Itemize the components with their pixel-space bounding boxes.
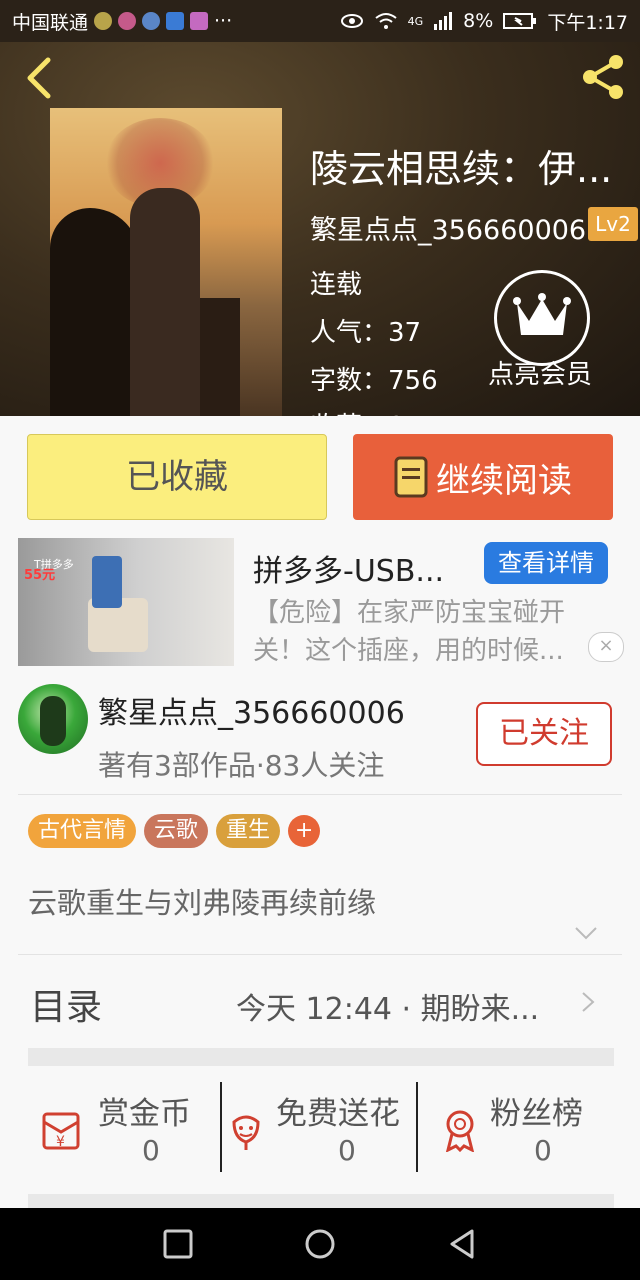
paw-notification-icon: [142, 12, 161, 30]
battery-icon: [503, 13, 537, 29]
collected-button[interactable]: 已收藏: [27, 434, 327, 520]
tag-list: 古代言情 云歌 重生 +: [28, 814, 321, 848]
book-cover[interactable]: [50, 108, 282, 416]
fan-ranking-label: 粉丝榜: [490, 1096, 583, 1132]
book-summary: 云歌重生与刘弗陵再续前缘: [28, 886, 377, 920]
ad-phone-shape: [92, 556, 122, 608]
favorite-count: 收藏：0: [310, 406, 405, 416]
author-name[interactable]: 繁星点点_356660006: [98, 688, 405, 732]
status-bar: 中国联通 ··· 4G 8% 下午1:17: [0, 0, 640, 42]
ad-image[interactable]: T拼多多 55元: [18, 538, 234, 666]
chevron-down-icon[interactable]: [572, 920, 600, 944]
tag-item[interactable]: 古代言情: [28, 814, 137, 848]
battery-percent: 8%: [463, 10, 494, 32]
ad-close-button[interactable]: ×: [588, 632, 624, 662]
free-flower-button[interactable]: 免费送花 0: [224, 1082, 416, 1178]
tag-item[interactable]: 云歌: [144, 814, 209, 848]
latest-chapter: 今天 12:44 · 期盼来...: [236, 992, 540, 1027]
share-icon[interactable]: [578, 52, 628, 102]
add-tag-button[interactable]: +: [288, 815, 321, 847]
network-type-label: 4G: [407, 14, 424, 28]
flower-icon: [232, 1115, 260, 1150]
crown-icon: [513, 293, 571, 335]
fan-ranking-button[interactable]: 粉丝榜 0: [420, 1082, 614, 1178]
wifi-icon: [375, 13, 397, 29]
fan-ranking-count: 0: [534, 1134, 552, 1167]
table-of-contents-row[interactable]: 目录 今天 12:44 · 期盼来...: [0, 956, 640, 1050]
carrier-label: 中国联通: [12, 11, 89, 34]
avatar[interactable]: [18, 684, 88, 754]
divider: [18, 954, 622, 955]
more-notifications-icon: ···: [214, 10, 233, 32]
separator: [416, 1082, 418, 1172]
continue-reading-label: 继续阅读: [436, 460, 572, 501]
clock: 下午1:17: [547, 11, 628, 34]
book-header: 陵云相思续：伊... 繁星点点_356660006 Lv2 连载 人气：37 字…: [0, 42, 640, 416]
reward-coin-count: 0: [142, 1134, 160, 1167]
medal-icon: [445, 1110, 475, 1152]
ad-image-price: 55元: [24, 568, 56, 583]
author-row[interactable]: 繁星点点_356660006 著有3部作品·83人关注 已关注: [0, 678, 640, 796]
follow-button[interactable]: 已关注: [476, 702, 612, 766]
app-notification-icon: [94, 12, 113, 30]
free-flower-label: 免费送花: [276, 1096, 400, 1132]
ad-title[interactable]: 拼多多-USB...: [253, 546, 468, 590]
section-gap: [28, 1194, 614, 1208]
divider: [18, 794, 622, 795]
cover-pagoda: [200, 298, 240, 416]
author-stats: 著有3部作品·83人关注: [98, 749, 385, 782]
separator: [220, 1082, 222, 1172]
toc-title: 目录: [30, 987, 103, 1028]
ad-description[interactable]: 【危险】在家严防宝宝碰开关！这个插座，用的时候...: [253, 594, 613, 670]
cover-figure-woman: [130, 188, 200, 416]
ad-details-button[interactable]: 查看详情: [484, 542, 608, 584]
eye-comfort-icon: [340, 14, 363, 28]
book-detail-card: 已收藏 继续阅读 T拼多多 55元 拼多多-USB... 查看详情 【危险】在家…: [0, 416, 640, 1208]
video-notification-icon: [118, 12, 137, 30]
ad-banner[interactable]: T拼多多 55元 拼多多-USB... 查看详情 【危险】在家严防宝宝碰开关！这…: [18, 538, 624, 670]
home-icon[interactable]: [302, 1226, 338, 1262]
photo-notification-icon: [190, 12, 209, 30]
reward-coin-label: 赏金币: [98, 1096, 191, 1132]
recent-apps-icon[interactable]: [160, 1226, 196, 1262]
popularity-count: 人气：37: [310, 318, 422, 348]
chevron-right-icon: [582, 992, 595, 1012]
red-envelope-icon: ¥: [42, 1112, 80, 1150]
vip-button[interactable]: [494, 270, 590, 366]
section-gap: [28, 1048, 614, 1066]
signal-icon: [434, 12, 453, 30]
author-level-badge: Lv2: [588, 207, 638, 241]
reward-coin-button[interactable]: ¥ 赏金币 0: [28, 1082, 222, 1178]
cover-figure-man: [50, 208, 140, 416]
avatar-figure: [40, 696, 66, 746]
reward-bar: ¥ 赏金币 0 免费送花 0 粉丝榜 0: [28, 1082, 614, 1182]
nfc-notification-icon: [166, 12, 185, 30]
free-flower-count: 0: [338, 1134, 356, 1167]
continue-reading-button[interactable]: 继续阅读: [353, 434, 613, 520]
back-nav-icon[interactable]: [444, 1226, 480, 1262]
svg-text:¥: ¥: [56, 1134, 65, 1150]
navigation-bar: [0, 1208, 640, 1280]
book-author[interactable]: 繁星点点_356660006: [310, 208, 586, 247]
tag-item[interactable]: 重生: [216, 814, 281, 848]
word-count: 字数：756: [310, 366, 438, 396]
back-icon[interactable]: [18, 56, 58, 100]
serial-status: 连载: [310, 270, 363, 300]
book-title: 陵云相思续：伊...: [310, 147, 613, 191]
vip-label[interactable]: 点亮会员: [488, 354, 592, 391]
book-icon: [394, 456, 428, 498]
